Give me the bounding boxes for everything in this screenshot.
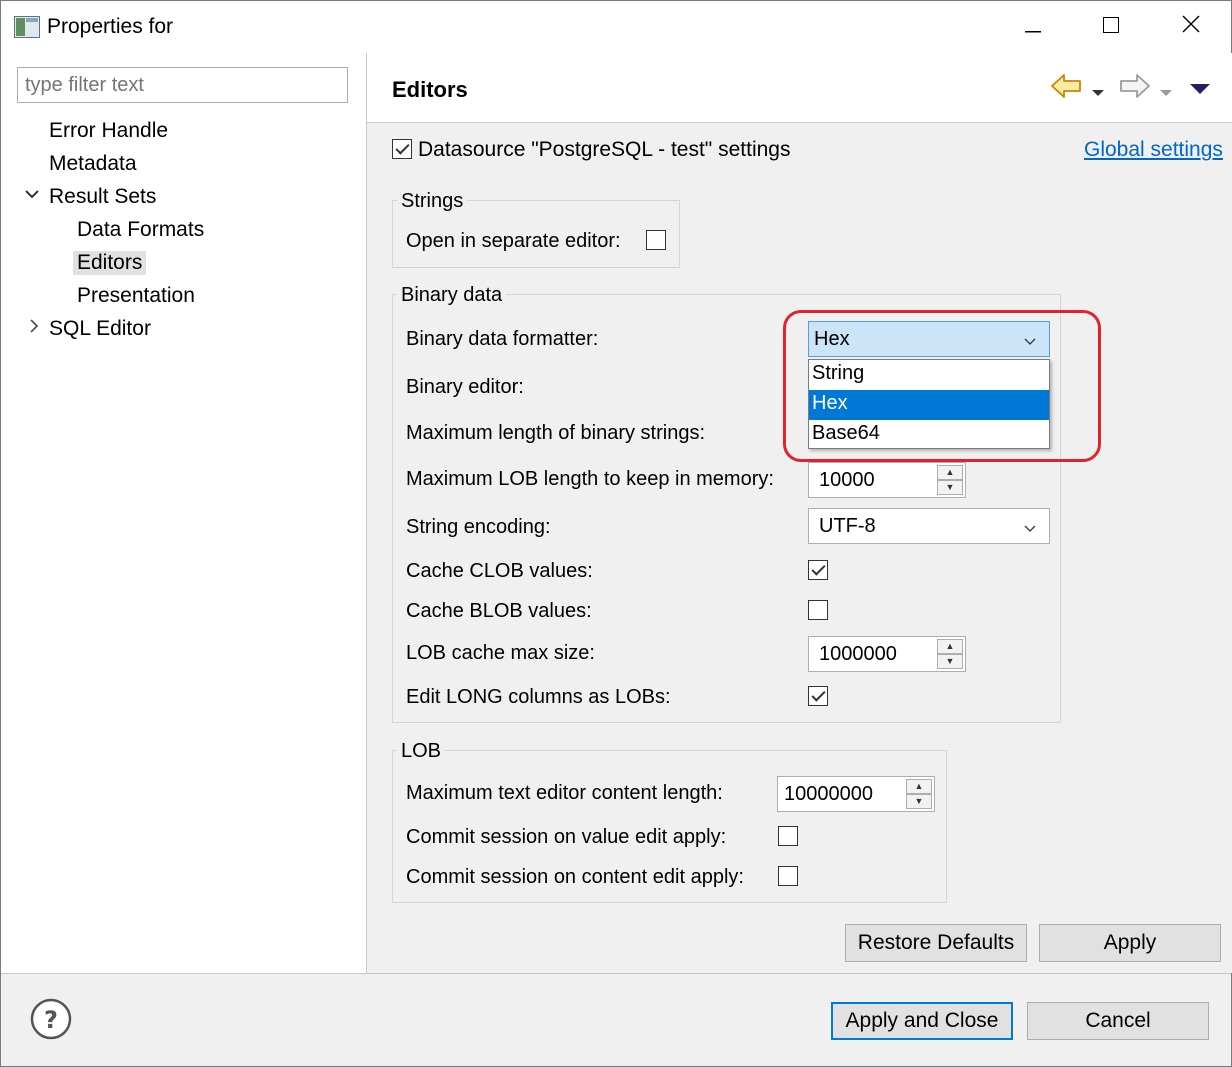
datasource-settings-label: Datasource "PostgreSQL - test" settings bbox=[418, 138, 791, 161]
edit-long-label: Edit LONG columns as LOBs: bbox=[406, 686, 671, 708]
tree-item-error-handle[interactable]: Error Handle bbox=[49, 119, 168, 143]
commit-content-label: Commit session on content edit apply: bbox=[406, 866, 744, 888]
window-title: Properties for bbox=[47, 15, 174, 38]
lob-group-title: LOB bbox=[397, 740, 446, 763]
spin-down-icon[interactable]: ▼ bbox=[937, 654, 963, 669]
commit-value-label: Commit session on value edit apply: bbox=[406, 826, 727, 848]
restore-defaults-button[interactable]: Restore Defaults bbox=[845, 924, 1027, 962]
spin-down-icon[interactable]: ▼ bbox=[937, 480, 963, 495]
tree-item-result-sets[interactable]: Result Sets bbox=[49, 185, 156, 209]
max-text-length-spinner[interactable]: 10000000 ▲ ▼ bbox=[777, 776, 935, 812]
string-encoding-select[interactable]: UTF-8 bbox=[808, 508, 1050, 544]
max-text-length-value: 10000000 bbox=[784, 783, 873, 805]
lob-cache-max-label: LOB cache max size: bbox=[406, 642, 595, 664]
minimize-button[interactable] bbox=[993, 1, 1073, 53]
max-lob-memory-spinner[interactable]: 10000 ▲ ▼ bbox=[808, 462, 966, 498]
binary-data-group-title: Binary data bbox=[397, 284, 507, 307]
strings-group-title: Strings bbox=[397, 190, 468, 213]
cache-clob-checkbox[interactable] bbox=[808, 560, 828, 580]
cache-blob-checkbox[interactable] bbox=[808, 600, 828, 620]
filter-input[interactable] bbox=[17, 67, 348, 103]
help-icon[interactable]: ? bbox=[30, 998, 72, 1046]
tree-item-presentation[interactable]: Presentation bbox=[77, 284, 195, 308]
max-lob-memory-value: 10000 bbox=[819, 469, 875, 491]
binary-editor-label: Binary editor: bbox=[406, 376, 524, 398]
max-binary-length-label: Maximum length of binary strings: bbox=[406, 422, 706, 444]
view-menu-icon[interactable] bbox=[1189, 79, 1211, 102]
chevron-down-icon bbox=[1023, 518, 1037, 532]
properties-dialog: Properties for Error Handle Metadata Res… bbox=[0, 0, 1232, 1067]
string-encoding-label: String encoding: bbox=[406, 516, 551, 538]
binary-formatter-label: Binary data formatter: bbox=[406, 328, 599, 350]
app-icon bbox=[14, 16, 40, 38]
commit-content-checkbox[interactable] bbox=[778, 866, 798, 886]
edit-long-checkbox[interactable] bbox=[808, 686, 828, 706]
minimize-icon bbox=[1025, 16, 1041, 39]
tree-item-data-formats[interactable]: Data Formats bbox=[77, 218, 204, 242]
svg-text:?: ? bbox=[44, 1006, 58, 1034]
page-title: Editors bbox=[392, 77, 468, 102]
commit-value-checkbox[interactable] bbox=[778, 826, 798, 846]
cache-clob-label: Cache CLOB values: bbox=[406, 560, 593, 582]
lob-cache-max-spinner[interactable]: 1000000 ▲ ▼ bbox=[808, 636, 966, 672]
close-button[interactable] bbox=[1151, 1, 1231, 53]
tree-item-editors[interactable]: Editors bbox=[73, 251, 147, 275]
bottom-separator bbox=[1, 973, 1231, 974]
tree-item-sql-editor[interactable]: SQL Editor bbox=[49, 317, 151, 341]
close-icon bbox=[1182, 15, 1200, 39]
string-encoding-value: UTF-8 bbox=[819, 515, 876, 537]
title-bar: Properties for bbox=[1, 1, 1231, 53]
open-separate-label: Open in separate editor: bbox=[406, 230, 621, 252]
max-text-length-label: Maximum text editor content length: bbox=[406, 782, 723, 804]
datasource-settings-checkbox[interactable] bbox=[392, 139, 412, 159]
tree-item-metadata[interactable]: Metadata bbox=[49, 152, 137, 176]
chevron-down-icon[interactable] bbox=[24, 184, 40, 205]
spin-down-icon[interactable]: ▼ bbox=[906, 794, 932, 809]
apply-button[interactable]: Apply bbox=[1039, 924, 1221, 962]
spin-up-icon[interactable]: ▲ bbox=[906, 779, 932, 794]
highlight-annotation bbox=[783, 310, 1101, 462]
forward-dropdown-icon[interactable] bbox=[1159, 81, 1173, 104]
forward-arrow-icon[interactable] bbox=[1119, 73, 1151, 105]
cache-blob-label: Cache BLOB values: bbox=[406, 600, 592, 622]
cancel-button[interactable]: Cancel bbox=[1027, 1002, 1209, 1040]
max-lob-memory-label: Maximum LOB length to keep in memory: bbox=[406, 468, 774, 490]
back-arrow-icon[interactable] bbox=[1050, 73, 1082, 105]
chevron-right-icon[interactable] bbox=[28, 318, 40, 339]
spin-up-icon[interactable]: ▲ bbox=[937, 465, 963, 480]
maximize-icon bbox=[1103, 16, 1119, 39]
back-dropdown-icon[interactable] bbox=[1091, 81, 1105, 104]
apply-and-close-button[interactable]: Apply and Close bbox=[831, 1002, 1013, 1040]
global-settings-link[interactable]: Global settings bbox=[1084, 138, 1223, 162]
maximize-button[interactable] bbox=[1071, 1, 1151, 53]
open-separate-checkbox[interactable] bbox=[646, 230, 666, 250]
spin-up-icon[interactable]: ▲ bbox=[937, 639, 963, 654]
lob-cache-max-value: 1000000 bbox=[819, 643, 897, 665]
